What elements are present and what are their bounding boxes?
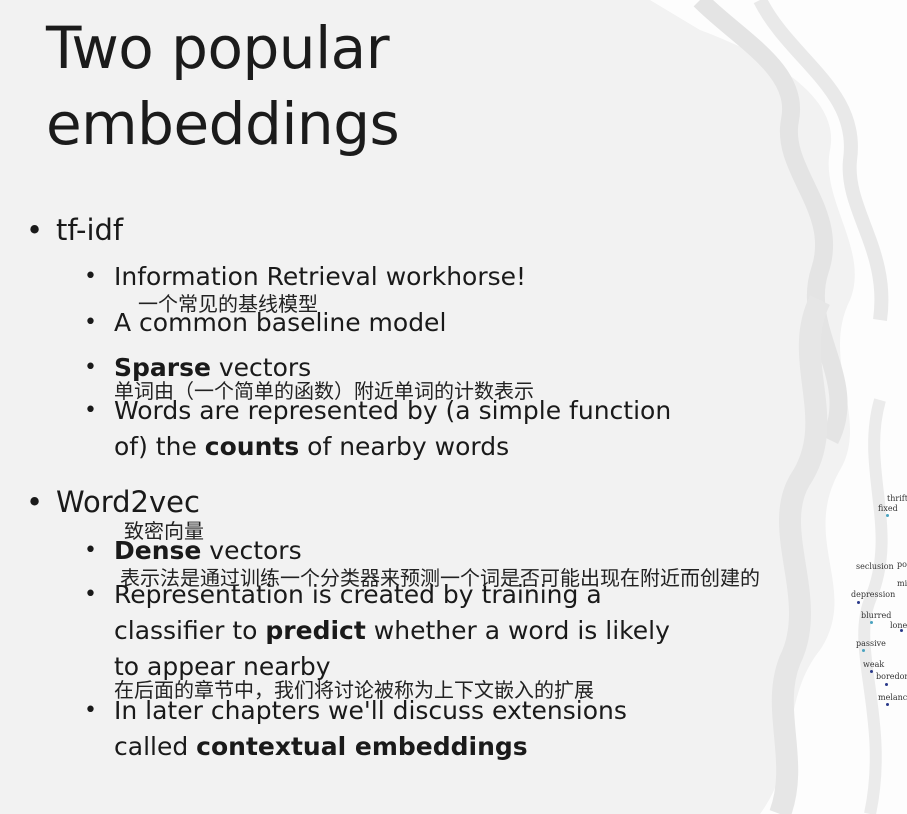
slide-title-line-2: embeddings xyxy=(46,90,400,158)
slide-title: Two popular embeddings xyxy=(46,10,400,162)
figure-word-label: seclusion xyxy=(856,562,894,571)
bullet-word2vec: • Word2vec xyxy=(26,485,200,519)
word2vec-item-3-line-2: called contextual embeddings xyxy=(114,732,528,761)
tfidf-item-3-rest: vectors xyxy=(210,353,312,382)
figure-word-label: weak xyxy=(863,660,885,669)
figure-point xyxy=(886,514,889,517)
figure-word-label: depression xyxy=(851,590,896,599)
tfidf-item-3-bold: Sparse xyxy=(114,353,211,382)
figure-point xyxy=(900,629,903,632)
word2vec-item-2-line-2: classifier to predict whether a word is … xyxy=(114,616,670,645)
figure-point xyxy=(886,703,889,706)
bullet-dot: • xyxy=(84,310,97,335)
word2vec-item-2: • Representation is created by training … xyxy=(84,577,670,685)
figure-word-label: pov xyxy=(897,560,907,569)
bullet-dot: • xyxy=(84,264,97,289)
bullet-tfidf: • tf-idf xyxy=(26,213,124,247)
word2vec-item-1-bold: Dense xyxy=(114,536,202,565)
bullet-word2vec-label: Word2vec xyxy=(56,485,200,519)
slide-title-line-1: Two popular xyxy=(46,14,390,82)
bullet-dot: • xyxy=(84,582,97,607)
tfidf-item-2-text: A common baseline model xyxy=(114,308,447,337)
bullet-dot: • xyxy=(84,538,97,563)
figure-word-label: mi xyxy=(897,579,907,588)
figure-word-label: fixed xyxy=(878,504,898,513)
tfidf-item-4-line-2: of) the counts of nearby words xyxy=(114,432,510,461)
bullet-tfidf-label: tf-idf xyxy=(56,213,124,247)
bullet-dot: • xyxy=(84,398,97,423)
bullet-dot: • xyxy=(26,485,44,519)
word2vec-item-1: • Dense vectors xyxy=(84,533,302,569)
bullet-dot: • xyxy=(26,213,44,247)
bullet-dot: • xyxy=(84,698,97,723)
figure-point xyxy=(870,621,873,624)
tfidf-item-2: • A common baseline model xyxy=(84,305,447,341)
figure-word-label: lonel xyxy=(890,621,907,630)
tfidf-item-1: • Information Retrieval workhorse! xyxy=(84,259,527,295)
figure-point xyxy=(870,670,873,673)
figure-point xyxy=(857,601,860,604)
figure-point xyxy=(862,649,865,652)
word2vec-item-1-rest: vectors xyxy=(201,536,302,565)
figure-word-label: boredom xyxy=(876,672,907,681)
figure-word-label: melanch xyxy=(878,693,907,702)
figure-word-label: passive xyxy=(856,639,886,648)
bullet-dot: • xyxy=(84,355,97,380)
word2vec-item-3: • In later chapters we'll discuss extens… xyxy=(84,693,627,765)
word2vec-item-3-line-1: In later chapters we'll discuss extensio… xyxy=(114,696,627,725)
tfidf-item-4-line-1: Words are represented by (a simple funct… xyxy=(114,396,672,425)
figure-point xyxy=(885,683,888,686)
word2vec-item-2-line-1: Representation is created by training a xyxy=(114,580,602,609)
tfidf-item-4: • Words are represented by (a simple fun… xyxy=(84,393,672,465)
tfidf-item-1-text: Information Retrieval workhorse! xyxy=(114,262,527,291)
figure-word-label: blurred xyxy=(861,611,892,620)
figure-word-label: thrifty xyxy=(887,494,907,503)
